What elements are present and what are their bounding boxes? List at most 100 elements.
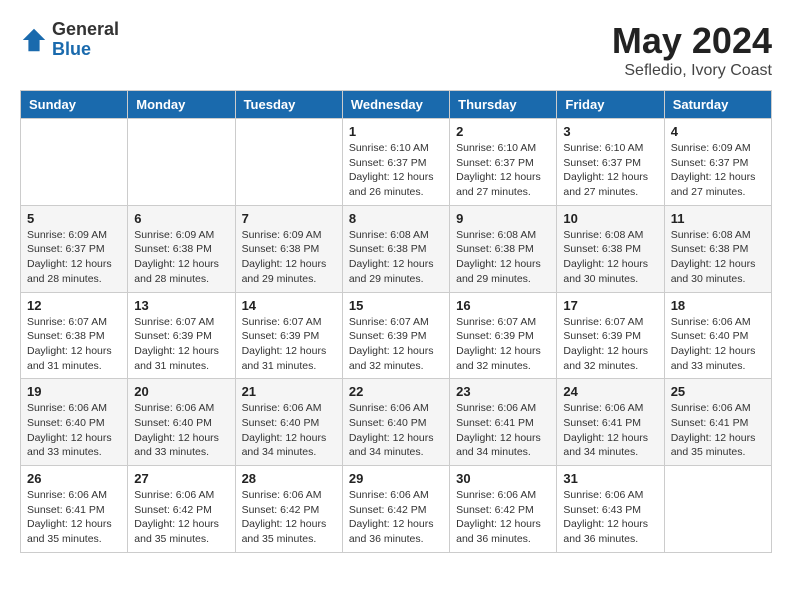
calendar-cell: 2 Sunrise: 6:10 AM Sunset: 6:37 PM Daylig… — [450, 119, 557, 206]
calendar-cell: 17 Sunrise: 6:07 AM Sunset: 6:39 PM Dayli… — [557, 292, 664, 379]
calendar-week-row: 19 Sunrise: 6:06 AM Sunset: 6:40 PM Dayli… — [21, 379, 772, 466]
calendar-cell: 30 Sunrise: 6:06 AM Sunset: 6:42 PM Dayli… — [450, 466, 557, 553]
day-info: Sunrise: 6:10 AM Sunset: 6:37 PM Dayligh… — [349, 141, 443, 200]
day-number: 5 — [27, 211, 121, 226]
calendar-cell: 16 Sunrise: 6:07 AM Sunset: 6:39 PM Dayli… — [450, 292, 557, 379]
calendar-cell: 3 Sunrise: 6:10 AM Sunset: 6:37 PM Daylig… — [557, 119, 664, 206]
day-number: 2 — [456, 124, 550, 139]
day-number: 6 — [134, 211, 228, 226]
day-info: Sunrise: 6:06 AM Sunset: 6:40 PM Dayligh… — [671, 315, 765, 374]
day-info: Sunrise: 6:06 AM Sunset: 6:41 PM Dayligh… — [671, 401, 765, 460]
day-number: 8 — [349, 211, 443, 226]
calendar-cell: 6 Sunrise: 6:09 AM Sunset: 6:38 PM Daylig… — [128, 205, 235, 292]
day-info: Sunrise: 6:06 AM Sunset: 6:40 PM Dayligh… — [134, 401, 228, 460]
calendar-header-row: SundayMondayTuesdayWednesdayThursdayFrid… — [21, 91, 772, 119]
calendar-cell — [21, 119, 128, 206]
day-number: 16 — [456, 298, 550, 313]
logo-general-text: General — [52, 20, 119, 40]
day-info: Sunrise: 6:07 AM Sunset: 6:38 PM Dayligh… — [27, 315, 121, 374]
day-info: Sunrise: 6:06 AM Sunset: 6:41 PM Dayligh… — [27, 488, 121, 547]
weekday-header: Saturday — [664, 91, 771, 119]
calendar-cell: 5 Sunrise: 6:09 AM Sunset: 6:37 PM Daylig… — [21, 205, 128, 292]
day-info: Sunrise: 6:06 AM Sunset: 6:42 PM Dayligh… — [456, 488, 550, 547]
day-number: 31 — [563, 471, 657, 486]
calendar-cell: 9 Sunrise: 6:08 AM Sunset: 6:38 PM Daylig… — [450, 205, 557, 292]
day-number: 26 — [27, 471, 121, 486]
calendar-cell: 7Sunrise: 6:09 AM Sunset: 6:38 PM Daylig… — [235, 205, 342, 292]
day-info: Sunrise: 6:06 AM Sunset: 6:40 PM Dayligh… — [242, 401, 336, 460]
day-info: Sunrise: 6:08 AM Sunset: 6:38 PM Dayligh… — [671, 228, 765, 287]
weekday-header: Sunday — [21, 91, 128, 119]
day-number: 29 — [349, 471, 443, 486]
calendar-week-row: 5 Sunrise: 6:09 AM Sunset: 6:37 PM Daylig… — [21, 205, 772, 292]
calendar-cell: 21 Sunrise: 6:06 AM Sunset: 6:40 PM Dayli… — [235, 379, 342, 466]
weekday-header: Thursday — [450, 91, 557, 119]
page-header: General Blue May 2024 Sefledio, Ivory Co… — [20, 20, 772, 80]
calendar-cell — [664, 466, 771, 553]
day-info: Sunrise: 6:10 AM Sunset: 6:37 PM Dayligh… — [456, 141, 550, 200]
calendar-table: SundayMondayTuesdayWednesdayThursdayFrid… — [20, 90, 772, 553]
calendar-cell: 29 Sunrise: 6:06 AM Sunset: 6:42 PM Dayli… — [342, 466, 449, 553]
logo-icon — [20, 26, 48, 54]
calendar-cell: 1 Sunrise: 6:10 AM Sunset: 6:37 PM Daylig… — [342, 119, 449, 206]
calendar-week-row: 26 Sunrise: 6:06 AM Sunset: 6:41 PM Dayli… — [21, 466, 772, 553]
day-info: Sunrise: 6:06 AM Sunset: 6:40 PM Dayligh… — [349, 401, 443, 460]
day-info: Sunrise: 6:09 AM Sunset: 6:38 PM Dayligh… — [242, 228, 336, 287]
weekday-header: Wednesday — [342, 91, 449, 119]
calendar-week-row: 1 Sunrise: 6:10 AM Sunset: 6:37 PM Daylig… — [21, 119, 772, 206]
day-info: Sunrise: 6:07 AM Sunset: 6:39 PM Dayligh… — [563, 315, 657, 374]
calendar-cell: 15 Sunrise: 6:07 AM Sunset: 6:39 PM Dayli… — [342, 292, 449, 379]
calendar-cell: 27 Sunrise: 6:06 AM Sunset: 6:42 PM Dayli… — [128, 466, 235, 553]
day-number: 1 — [349, 124, 443, 139]
calendar-week-row: 12 Sunrise: 6:07 AM Sunset: 6:38 PM Dayli… — [21, 292, 772, 379]
day-number: 27 — [134, 471, 228, 486]
day-number: 22 — [349, 384, 443, 399]
weekday-header: Friday — [557, 91, 664, 119]
day-number: 12 — [27, 298, 121, 313]
day-number: 11 — [671, 211, 765, 226]
day-number: 13 — [134, 298, 228, 313]
day-info: Sunrise: 6:07 AM Sunset: 6:39 PM Dayligh… — [134, 315, 228, 374]
day-info: Sunrise: 6:07 AM Sunset: 6:39 PM Dayligh… — [456, 315, 550, 374]
day-number: 24 — [563, 384, 657, 399]
day-info: Sunrise: 6:07 AM Sunset: 6:39 PM Dayligh… — [242, 315, 336, 374]
weekday-header: Monday — [128, 91, 235, 119]
calendar-cell: 25 Sunrise: 6:06 AM Sunset: 6:41 PM Dayli… — [664, 379, 771, 466]
day-number: 19 — [27, 384, 121, 399]
day-number: 15 — [349, 298, 443, 313]
calendar-cell: 8Sunrise: 6:08 AM Sunset: 6:38 PM Daylig… — [342, 205, 449, 292]
day-number: 30 — [456, 471, 550, 486]
day-number: 20 — [134, 384, 228, 399]
day-number: 9 — [456, 211, 550, 226]
calendar-cell: 14 Sunrise: 6:07 AM Sunset: 6:39 PM Dayli… — [235, 292, 342, 379]
day-info: Sunrise: 6:09 AM Sunset: 6:38 PM Dayligh… — [134, 228, 228, 287]
main-title: May 2024 — [612, 20, 772, 62]
logo: General Blue — [20, 20, 119, 60]
subtitle: Sefledio, Ivory Coast — [612, 62, 772, 80]
day-number: 18 — [671, 298, 765, 313]
calendar-cell: 13 Sunrise: 6:07 AM Sunset: 6:39 PM Dayli… — [128, 292, 235, 379]
calendar-cell: 23Sunrise: 6:06 AM Sunset: 6:41 PM Dayli… — [450, 379, 557, 466]
day-number: 14 — [242, 298, 336, 313]
day-info: Sunrise: 6:08 AM Sunset: 6:38 PM Dayligh… — [563, 228, 657, 287]
day-info: Sunrise: 6:08 AM Sunset: 6:38 PM Dayligh… — [456, 228, 550, 287]
calendar-cell: 20 Sunrise: 6:06 AM Sunset: 6:40 PM Dayli… — [128, 379, 235, 466]
day-info: Sunrise: 6:06 AM Sunset: 6:43 PM Dayligh… — [563, 488, 657, 547]
day-number: 4 — [671, 124, 765, 139]
calendar-cell — [235, 119, 342, 206]
day-number: 3 — [563, 124, 657, 139]
day-number: 17 — [563, 298, 657, 313]
day-info: Sunrise: 6:06 AM Sunset: 6:42 PM Dayligh… — [349, 488, 443, 547]
calendar-cell: 4Sunrise: 6:09 AM Sunset: 6:37 PM Daylig… — [664, 119, 771, 206]
day-info: Sunrise: 6:06 AM Sunset: 6:42 PM Dayligh… — [134, 488, 228, 547]
day-number: 10 — [563, 211, 657, 226]
day-info: Sunrise: 6:10 AM Sunset: 6:37 PM Dayligh… — [563, 141, 657, 200]
day-number: 28 — [242, 471, 336, 486]
calendar-cell: 24Sunrise: 6:06 AM Sunset: 6:41 PM Dayli… — [557, 379, 664, 466]
calendar-cell: 18 Sunrise: 6:06 AM Sunset: 6:40 PM Dayli… — [664, 292, 771, 379]
day-number: 21 — [242, 384, 336, 399]
logo-blue-text: Blue — [52, 40, 119, 60]
day-info: Sunrise: 6:09 AM Sunset: 6:37 PM Dayligh… — [27, 228, 121, 287]
day-number: 25 — [671, 384, 765, 399]
day-info: Sunrise: 6:07 AM Sunset: 6:39 PM Dayligh… — [349, 315, 443, 374]
